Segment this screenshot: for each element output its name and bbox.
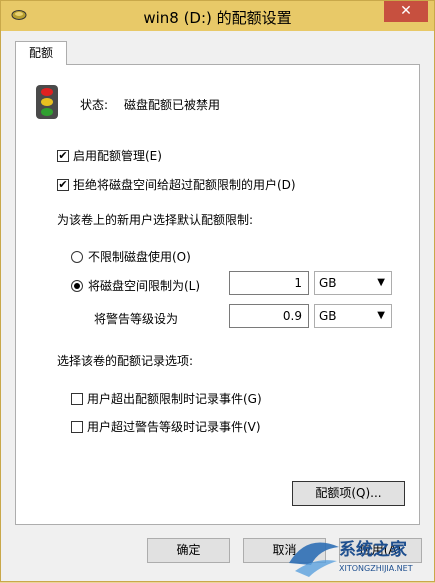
traffic-light-icon (36, 85, 58, 119)
no-limit-radio-dot[interactable] (71, 250, 83, 263)
ok-button[interactable]: 确定 (147, 538, 230, 563)
log-over-limit-label[interactable]: 用户超出配额限制时记录事件(G) (87, 390, 262, 407)
warning-value-input[interactable]: 0.9 (229, 304, 309, 328)
tab-quota[interactable]: 配额 (15, 41, 67, 65)
no-limit-radio[interactable]: 不限制磁盘使用(O) (71, 248, 191, 265)
chevron-down-icon[interactable]: ▼ (377, 305, 385, 327)
deny-space-label[interactable]: 拒绝将磁盘空间给超过配额限制的用户(D) (73, 176, 296, 193)
limit-unit-select[interactable]: GB ▼ (314, 271, 392, 295)
no-limit-label[interactable]: 不限制磁盘使用(O) (88, 248, 191, 265)
log-over-warning-check[interactable] (71, 420, 83, 433)
window-title: win8 (D:) 的配额设置 (143, 9, 292, 27)
logging-heading: 选择该卷的配额记录选项: (57, 354, 194, 368)
limit-value-input[interactable]: 1 (229, 271, 309, 295)
log-over-limit-checkbox[interactable]: 用户超出配额限制时记录事件(G) (71, 390, 262, 407)
watermark-url: XITONGZHIJIA.NET (339, 564, 413, 573)
default-limit-heading: 为该卷上的新用户选择默认配额限制: (57, 213, 254, 227)
enable-quota-check[interactable]: ✔ (57, 149, 69, 162)
status-label: 状态: (80, 98, 109, 112)
enable-quota-label[interactable]: 启用配额管理(E) (73, 147, 162, 164)
limit-radio-dot[interactable] (71, 279, 83, 292)
deny-space-checkbox[interactable]: ✔ 拒绝将磁盘空间给超过配额限制的用户(D) (57, 176, 296, 193)
warning-unit-select[interactable]: GB ▼ (314, 304, 392, 328)
quota-settings-window: win8 (D:) 的配额设置 ✕ 配额 状态: 磁盘配额已被禁用 ✔ 启用配额… (0, 0, 435, 582)
limit-unit-value: GB (319, 276, 337, 290)
warning-unit-value: GB (319, 309, 337, 323)
limit-label[interactable]: 将磁盘空间限制为(L) (88, 277, 200, 294)
status-value: 磁盘配额已被禁用 (124, 98, 221, 112)
log-over-warning-label[interactable]: 用户超过警告等级时记录事件(V) (87, 418, 261, 435)
watermark-brand: 系统之家 (339, 539, 407, 560)
log-over-limit-check[interactable] (71, 392, 83, 405)
deny-space-check[interactable]: ✔ (57, 178, 69, 191)
enable-quota-checkbox[interactable]: ✔ 启用配额管理(E) (57, 147, 162, 164)
quota-panel: 状态: 磁盘配额已被禁用 ✔ 启用配额管理(E) ✔ 拒绝将磁盘空间给超过配额限… (15, 64, 420, 525)
log-over-warning-checkbox[interactable]: 用户超过警告等级时记录事件(V) (71, 418, 261, 435)
site-watermark: 系统之家 XITONGZHIJIA.NET (289, 539, 413, 577)
limit-radio[interactable]: 将磁盘空间限制为(L) (71, 277, 200, 294)
title-bar[interactable]: win8 (D:) 的配额设置 ✕ (1, 1, 434, 31)
chevron-down-icon[interactable]: ▼ (377, 272, 385, 294)
close-button[interactable]: ✕ (384, 1, 428, 22)
quota-entries-button[interactable]: 配额项(Q)... (292, 481, 405, 506)
warning-level-label: 将警告等级设为 (94, 312, 179, 326)
